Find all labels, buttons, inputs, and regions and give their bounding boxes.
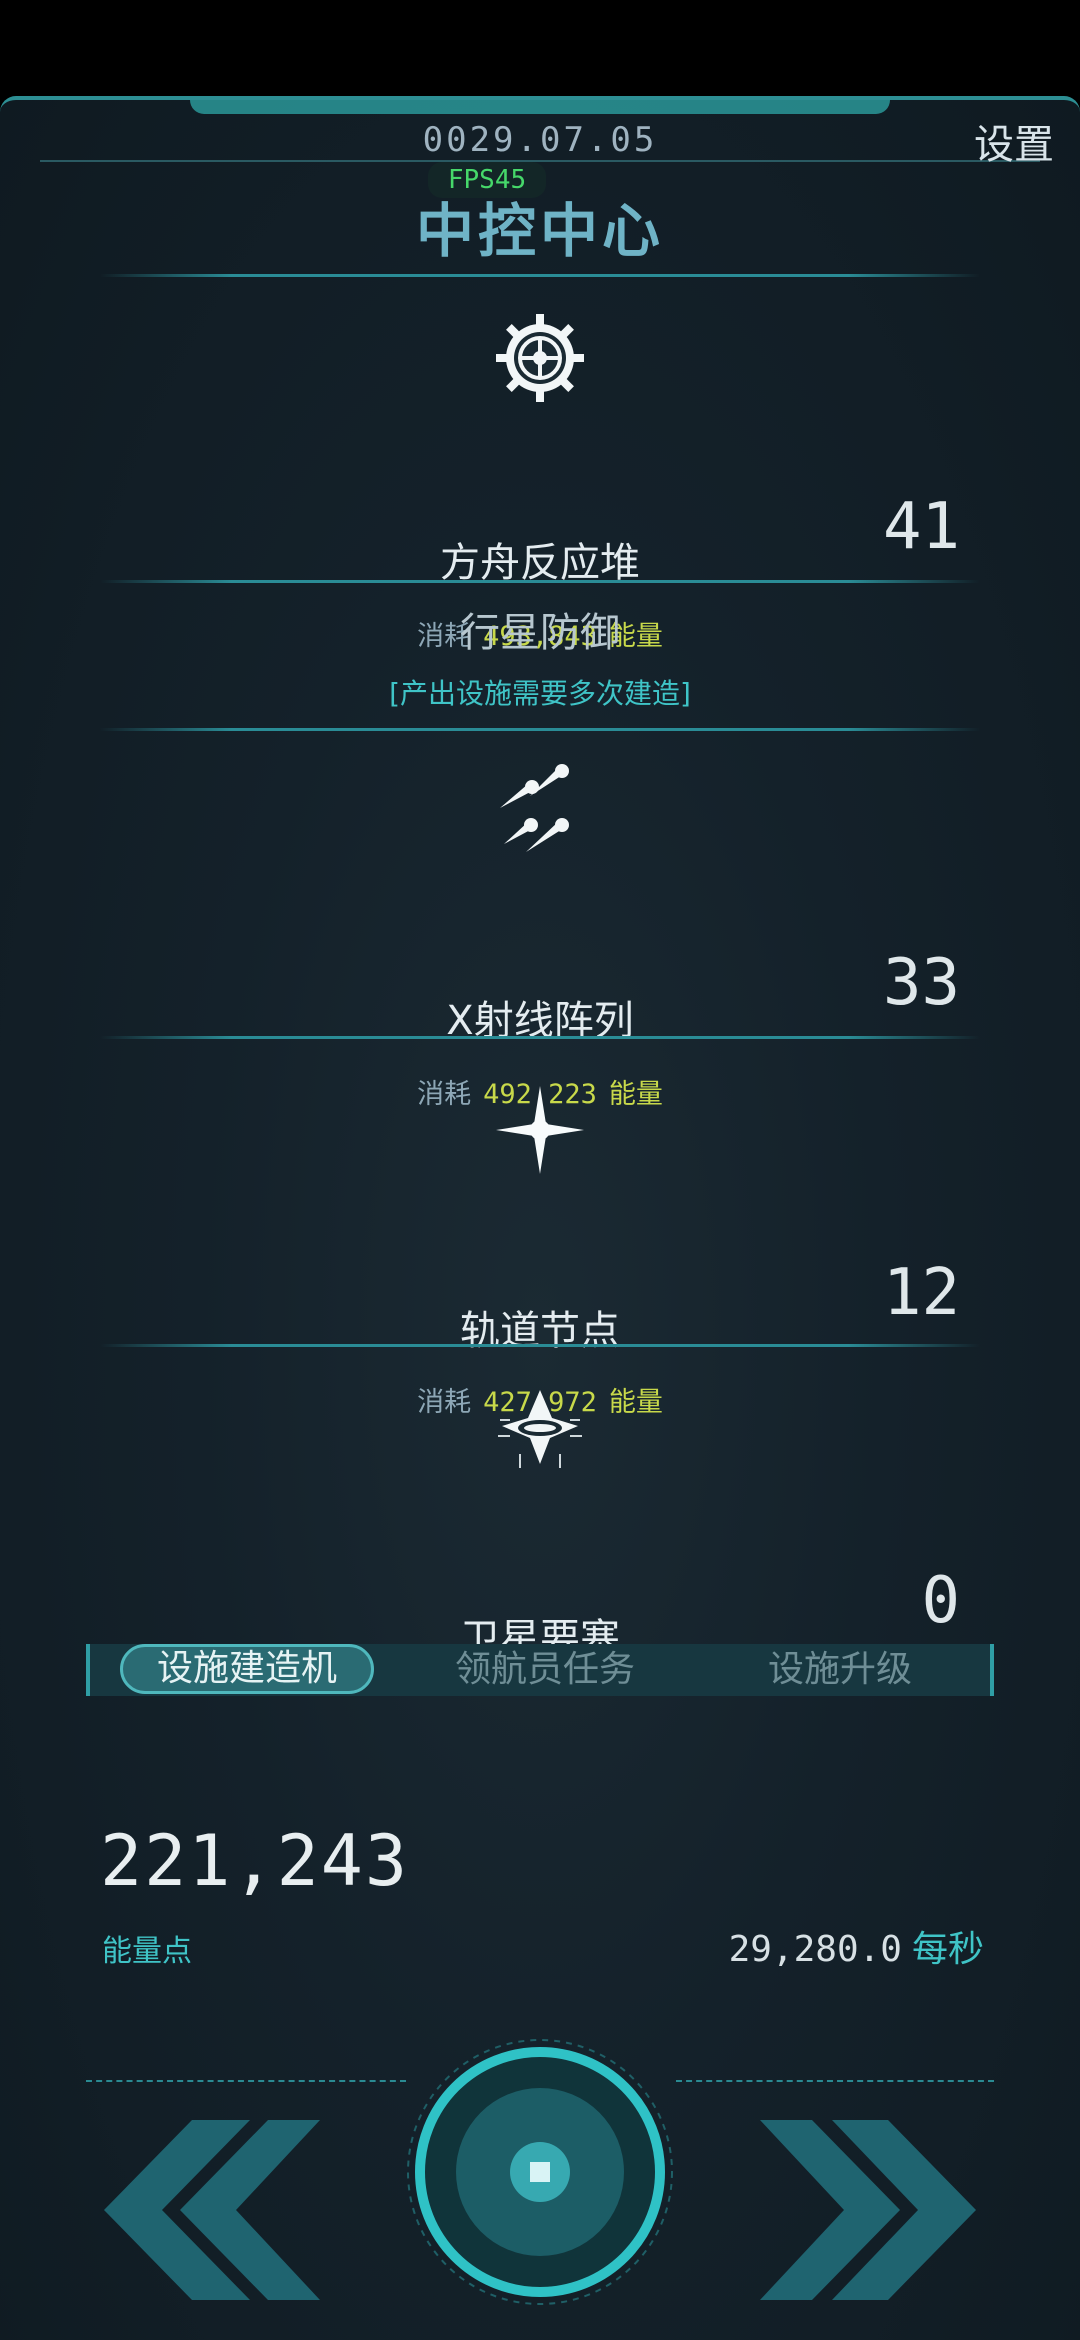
energy-rate: 29,280.0 每秒 xyxy=(729,1920,984,1972)
tab-facility-upgrade[interactable]: 设施升级 xyxy=(710,1644,970,1696)
top-glow xyxy=(190,100,890,114)
facility-count: 0 xyxy=(921,1564,960,1638)
divider xyxy=(100,1344,980,1347)
tab-navigator-missions[interactable]: 领航员任务 xyxy=(410,1644,680,1696)
tab-bar: 设施建造机 领航员任务 设施升级 xyxy=(86,1644,994,1696)
energy-points-label: 能量点 xyxy=(102,1934,192,1969)
gear-reactor-icon xyxy=(490,308,590,408)
divider xyxy=(100,1036,980,1039)
header-line xyxy=(40,160,1040,162)
energy-points-value: 221,243 xyxy=(100,1820,410,1902)
page-title: 中控中心 xyxy=(415,197,664,265)
cost-label: 消耗 xyxy=(417,1079,472,1110)
facility-count: 12 xyxy=(882,1256,960,1330)
next-chevrons-icon[interactable] xyxy=(760,2120,980,2300)
divider xyxy=(100,728,980,731)
nav-line-right xyxy=(676,2080,994,2082)
divider xyxy=(100,580,980,583)
status-bar xyxy=(0,0,1080,96)
satellite-fortress-icon xyxy=(490,1380,590,1480)
game-date: 0029.07.05 xyxy=(422,120,658,160)
cost-label: 消耗 xyxy=(417,1387,472,1418)
facility-count: 33 xyxy=(882,946,960,1020)
nav-line-left xyxy=(86,2080,406,2082)
energy-rate-unit: 每秒 xyxy=(911,1929,984,1970)
center-action-button[interactable] xyxy=(404,2036,676,2308)
divider xyxy=(100,274,980,277)
xray-missiles-icon xyxy=(490,760,590,860)
control-center-panel: 0029.07.05 设置 FPS45 中控中心 方舟反应堆 消耗 493,84… xyxy=(0,96,1080,2340)
section-subtitle: [产出设施需要多次建造] xyxy=(389,677,691,710)
tab-facility-builder[interactable]: 设施建造机 xyxy=(120,1644,374,1694)
cost-unit: 能量 xyxy=(608,1079,663,1110)
previous-chevrons-icon[interactable] xyxy=(100,2120,320,2300)
star-node-icon xyxy=(490,1080,590,1180)
facility-count: 41 xyxy=(882,490,960,564)
section-title-planet-defense: 行星防御 xyxy=(460,610,620,656)
settings-button[interactable]: 设置 xyxy=(974,112,1054,170)
cost-unit: 能量 xyxy=(608,1387,663,1418)
energy-rate-value: 29,280.0 xyxy=(728,1929,902,1970)
